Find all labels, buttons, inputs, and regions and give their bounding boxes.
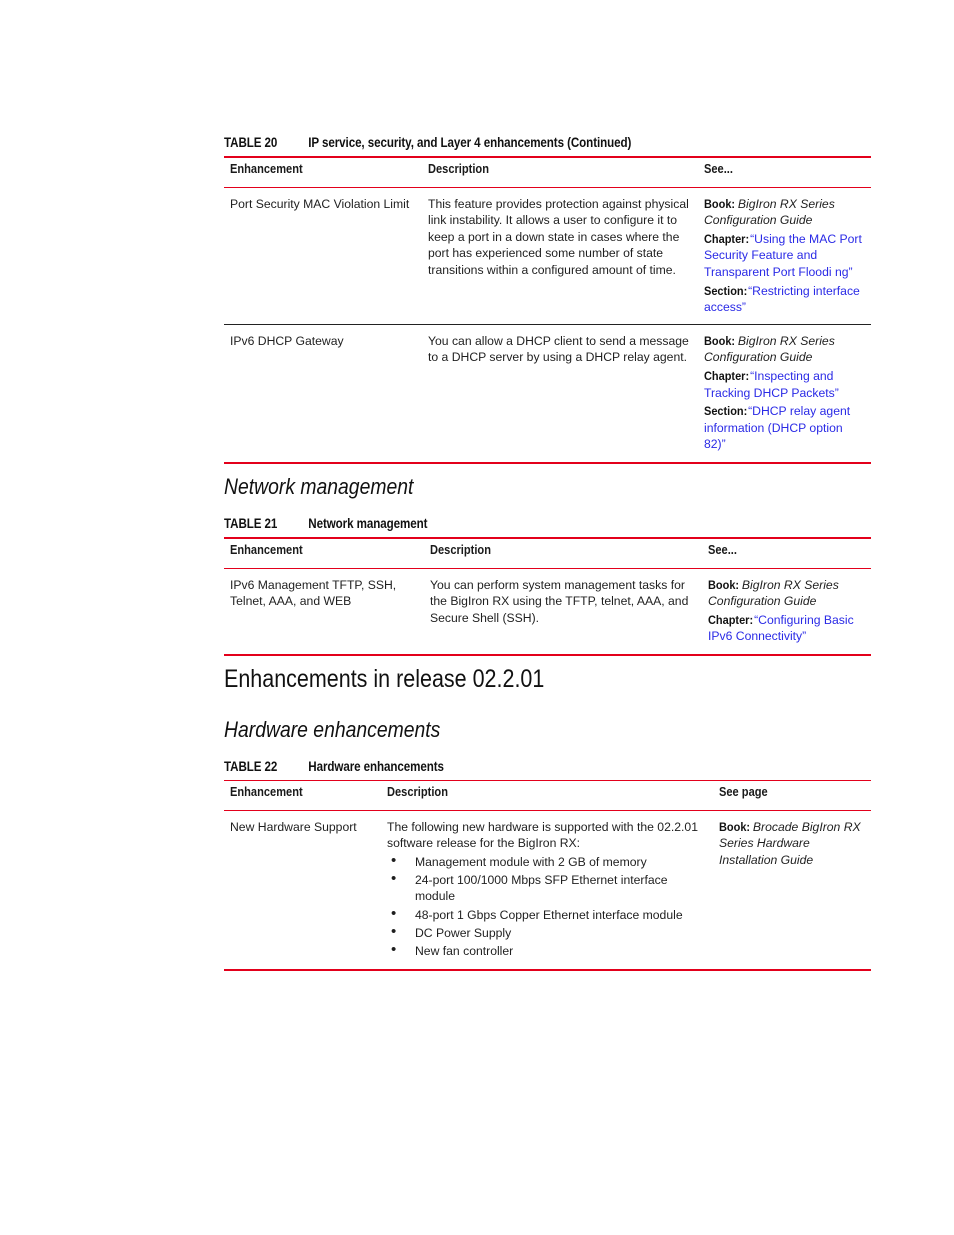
table-22: Enhancement Description See page New Har…	[224, 780, 871, 971]
hardware-list: Management module with 2 GB of memory 24…	[387, 853, 707, 960]
column-header-description: Description	[381, 780, 713, 811]
book-reference: Book: BigIron RX Series Configuration Gu…	[708, 577, 865, 610]
description-cell: You can perform system management tasks …	[424, 568, 702, 656]
book-reference: Book: BigIron RX Series Configuration Gu…	[704, 333, 865, 366]
column-header-description: Description	[424, 536, 702, 569]
enhancement-cell: Port Security MAC Violation Limit	[224, 187, 422, 325]
table-number: TABLE 22	[224, 759, 278, 774]
description-cell: The following new hardware is supported …	[381, 810, 713, 971]
chapter-reference: Chapter:“Configuring Basic IPv6 Connecti…	[708, 612, 865, 645]
column-header-see-page: See page	[713, 780, 871, 811]
list-item: New fan controller	[387, 942, 707, 960]
list-item: DC Power Supply	[387, 924, 707, 942]
table-20: Enhancement Description See... Port Secu…	[224, 155, 871, 464]
column-header-see: See...	[698, 155, 871, 188]
book-label: Book:	[708, 577, 740, 592]
chapter-reference: Chapter:“Using the MAC Port Security Fea…	[704, 231, 865, 281]
section-label: Section:	[704, 404, 748, 419]
chapter-label: Chapter:	[708, 612, 754, 627]
column-header-enhancement: Enhancement	[224, 536, 424, 569]
book-label: Book:	[719, 819, 751, 834]
chapter-label: Chapter:	[704, 231, 750, 246]
table-20-caption: TABLE 20 IP service, security, and Layer …	[224, 135, 631, 150]
section-label: Section:	[704, 283, 748, 298]
column-header-description: Description	[422, 155, 698, 188]
section-heading-network-management: Network management	[224, 474, 414, 499]
see-cell: Book: BigIron RX Series Configuration Gu…	[702, 568, 871, 656]
table-21: Enhancement Description See... IPv6 Mana…	[224, 536, 871, 656]
table-title: IP service, security, and Layer 4 enhanc…	[308, 135, 632, 150]
book-reference: Book: Brocade BigIron RX Series Hardware…	[719, 819, 865, 869]
see-cell: Book: BigIron RX Series Configuration Gu…	[698, 187, 871, 325]
book-label: Book:	[704, 196, 736, 211]
table-header-row: Enhancement Description See page	[224, 780, 871, 811]
chapter-reference: Chapter:“Inspecting and Tracking DHCP Pa…	[704, 368, 865, 401]
section-reference: Section:“DHCP relay agent information (D…	[704, 403, 865, 453]
enhancement-cell: New Hardware Support	[224, 810, 381, 971]
table-title: Network management	[308, 516, 428, 531]
table-number: TABLE 21	[224, 516, 278, 531]
table-row: IPv6 Management TFTP, SSH, Telnet, AAA, …	[224, 568, 871, 656]
description-text: The following new hardware is supported …	[387, 819, 698, 851]
book-label: Book:	[704, 333, 736, 348]
page-heading-release: Enhancements in release 02.2.01	[224, 665, 545, 693]
table-header-row: Enhancement Description See...	[224, 536, 871, 569]
description-cell: You can allow a DHCP client to send a me…	[422, 324, 698, 464]
enhancement-cell: IPv6 DHCP Gateway	[224, 324, 422, 464]
table-header-row: Enhancement Description See...	[224, 155, 871, 188]
see-cell: Book: Brocade BigIron RX Series Hardware…	[713, 810, 871, 971]
table-number: TABLE 20	[224, 135, 278, 150]
column-header-enhancement: Enhancement	[224, 780, 381, 811]
table-21-caption: TABLE 21 Network management	[224, 516, 427, 531]
table-row: New Hardware Support The following new h…	[224, 810, 871, 971]
chapter-label: Chapter:	[704, 368, 750, 383]
description-cell: This feature provides protection against…	[422, 187, 698, 325]
table-title: Hardware enhancements	[308, 759, 444, 774]
section-reference: Section:“Restricting interface access”	[704, 283, 865, 316]
enhancement-cell: IPv6 Management TFTP, SSH, Telnet, AAA, …	[224, 568, 424, 656]
section-heading-hardware-enhancements: Hardware enhancements	[224, 717, 441, 742]
column-header-enhancement: Enhancement	[224, 155, 422, 188]
list-item: Management module with 2 GB of memory	[387, 853, 707, 871]
table-row: IPv6 DHCP Gateway You can allow a DHCP c…	[224, 324, 871, 464]
table-22-caption: TABLE 22 Hardware enhancements	[224, 759, 444, 774]
list-item: 48-port 1 Gbps Copper Ethernet interface…	[387, 906, 707, 924]
see-cell: Book: BigIron RX Series Configuration Gu…	[698, 324, 871, 464]
list-item: 24-port 100/1000 Mbps SFP Ethernet inter…	[387, 871, 707, 905]
book-reference: Book: BigIron RX Series Configuration Gu…	[704, 196, 865, 229]
table-row: Port Security MAC Violation Limit This f…	[224, 187, 871, 325]
column-header-see: See...	[702, 536, 871, 569]
